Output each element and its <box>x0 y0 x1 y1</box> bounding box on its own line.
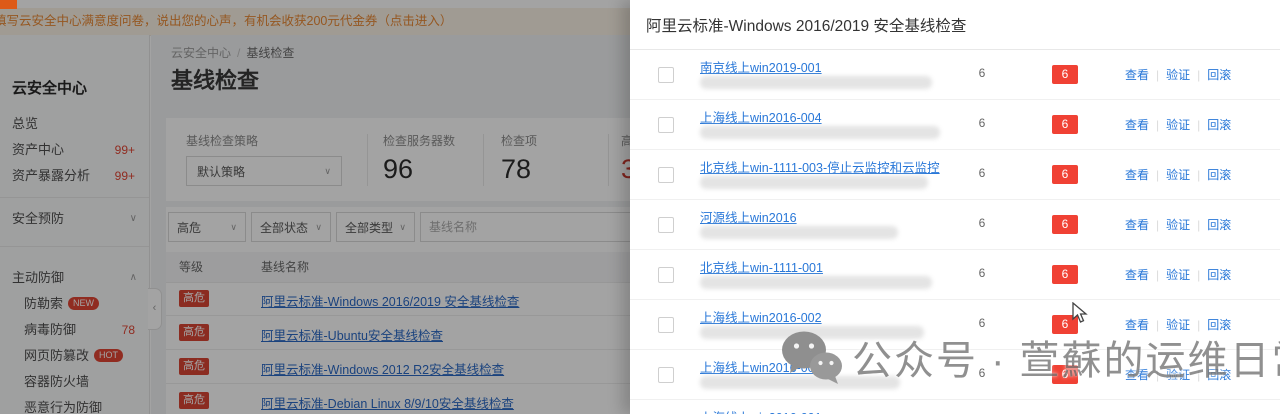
row-checkbox[interactable] <box>658 367 674 383</box>
row-checkbox[interactable] <box>658 267 674 283</box>
row-actions: 查看 | 验证 | 回滚 <box>1125 366 1231 383</box>
server-link[interactable]: 上海线上win2016-005 <box>700 357 822 376</box>
verify-action[interactable]: 验证 <box>1166 118 1190 132</box>
verify-action[interactable]: 验证 <box>1166 68 1190 82</box>
row-actions: 查看 | 验证 | 回滚 <box>1125 116 1231 133</box>
divider: | <box>1156 268 1160 282</box>
view-action[interactable]: 查看 <box>1125 118 1149 132</box>
server-row: 上海线上win2016-002 6 6 查看 | 验证 | 回滚 <box>630 300 1280 350</box>
check-count: 6 <box>978 266 986 280</box>
window-accent-block <box>0 0 17 9</box>
row-checkbox[interactable] <box>658 317 674 333</box>
rollback-action[interactable]: 回滚 <box>1207 118 1231 132</box>
redacted-server-info <box>700 376 900 389</box>
view-action[interactable]: 查看 <box>1125 368 1149 382</box>
divider: | <box>1197 168 1201 182</box>
view-action[interactable]: 查看 <box>1125 68 1149 82</box>
check-count: 6 <box>978 66 986 80</box>
row-checkbox[interactable] <box>658 117 674 133</box>
risk-count-badge: 6 <box>1052 215 1078 234</box>
dim-overlay[interactable] <box>0 0 632 414</box>
risk-count-badge: 6 <box>1052 165 1078 184</box>
server-row: 北京线上win-1111-003-停止云监控和云监控 6 6 查看 | 验证 | 回滚 <box>630 150 1280 200</box>
server-link[interactable]: 南京线上win2019-001 <box>700 57 822 76</box>
server-row: 上海线上win2016-005 6 6 查看 | 验证 | 回滚 <box>630 350 1280 400</box>
divider: | <box>1197 268 1201 282</box>
redacted-server-info <box>700 126 940 139</box>
divider: | <box>1156 68 1160 82</box>
view-action[interactable]: 查看 <box>1125 218 1149 232</box>
view-action[interactable]: 查看 <box>1125 268 1149 282</box>
server-list: 南京线上win2019-001 6 6 查看 | 验证 | 回滚 上海线上win2016… <box>630 50 1280 414</box>
server-row: 南京线上win2019-001 6 6 查看 | 验证 | 回滚 <box>630 50 1280 100</box>
server-link[interactable]: 北京线上win-1111-001 <box>700 257 823 276</box>
divider: | <box>1197 218 1201 232</box>
row-actions: 查看 | 验证 | 回滚 <box>1125 66 1231 83</box>
row-actions: 查看 | 验证 | 回滚 <box>1125 266 1231 283</box>
divider: | <box>1156 318 1160 332</box>
redacted-server-info <box>700 76 932 89</box>
check-count: 6 <box>978 116 986 130</box>
rollback-action[interactable]: 回滚 <box>1207 168 1231 182</box>
verify-action[interactable]: 验证 <box>1166 268 1190 282</box>
server-link[interactable]: 上海线上win2016-004 <box>700 107 822 126</box>
redacted-server-info <box>700 326 924 339</box>
server-row: 上海线上win2016-001 6 6 查看|验证|回滚 <box>630 400 1280 414</box>
divider: | <box>1156 168 1160 182</box>
divider: | <box>1197 368 1201 382</box>
row-actions: 查看 | 验证 | 回滚 <box>1125 166 1231 183</box>
redacted-server-info <box>700 176 928 189</box>
risk-count-badge: 6 <box>1052 365 1078 384</box>
verify-action[interactable]: 验证 <box>1166 368 1190 382</box>
check-count: 6 <box>978 366 986 380</box>
check-count: 6 <box>978 166 986 180</box>
check-count: 6 <box>978 216 986 230</box>
server-row: 上海线上win2016-004 6 6 查看 | 验证 | 回滚 <box>630 100 1280 150</box>
verify-action[interactable]: 验证 <box>1166 218 1190 232</box>
redacted-server-info <box>700 276 932 289</box>
divider: | <box>1156 218 1160 232</box>
verify-action[interactable]: 验证 <box>1166 168 1190 182</box>
row-actions: 查看 | 验证 | 回滚 <box>1125 216 1231 233</box>
screen: 填写云安全中心满意度问卷，说出您的心声，有机会收获200元代金券（点击进入） 云… <box>0 0 1280 414</box>
baseline-detail-drawer: 阿里云标准-Windows 2016/2019 安全基线检查 南京线上win20… <box>630 0 1280 414</box>
risk-count-badge: 6 <box>1052 65 1078 84</box>
server-link[interactable]: 上海线上win2016-002 <box>700 307 822 326</box>
divider: | <box>1156 368 1160 382</box>
redacted-server-info <box>700 226 898 239</box>
server-row: 河源线上win2016 6 6 查看 | 验证 | 回滚 <box>630 200 1280 250</box>
server-link[interactable]: 上海线上win2016-001 <box>700 407 822 414</box>
view-action[interactable]: 查看 <box>1125 168 1149 182</box>
row-actions: 查看 | 验证 | 回滚 <box>1125 316 1231 333</box>
row-checkbox[interactable] <box>658 67 674 83</box>
divider: | <box>1197 118 1201 132</box>
rollback-action[interactable]: 回滚 <box>1207 218 1231 232</box>
verify-action[interactable]: 验证 <box>1166 318 1190 332</box>
rollback-action[interactable]: 回滚 <box>1207 268 1231 282</box>
row-checkbox[interactable] <box>658 167 674 183</box>
mouse-cursor <box>1072 302 1088 323</box>
divider: | <box>1197 68 1201 82</box>
row-checkbox[interactable] <box>658 217 674 233</box>
divider: | <box>1197 318 1201 332</box>
server-link[interactable]: 河源线上win2016 <box>700 207 797 226</box>
server-link[interactable]: 北京线上win-1111-003-停止云监控和云监控 <box>700 157 940 176</box>
risk-count-badge: 6 <box>1052 265 1078 284</box>
rollback-action[interactable]: 回滚 <box>1207 68 1231 82</box>
drawer-title: 阿里云标准-Windows 2016/2019 安全基线检查 <box>630 0 1280 50</box>
divider: | <box>1156 118 1160 132</box>
rollback-action[interactable]: 回滚 <box>1207 368 1231 382</box>
rollback-action[interactable]: 回滚 <box>1207 318 1231 332</box>
risk-count-badge: 6 <box>1052 115 1078 134</box>
server-row: 北京线上win-1111-001 6 6 查看 | 验证 | 回滚 <box>630 250 1280 300</box>
check-count: 6 <box>978 316 986 330</box>
view-action[interactable]: 查看 <box>1125 318 1149 332</box>
